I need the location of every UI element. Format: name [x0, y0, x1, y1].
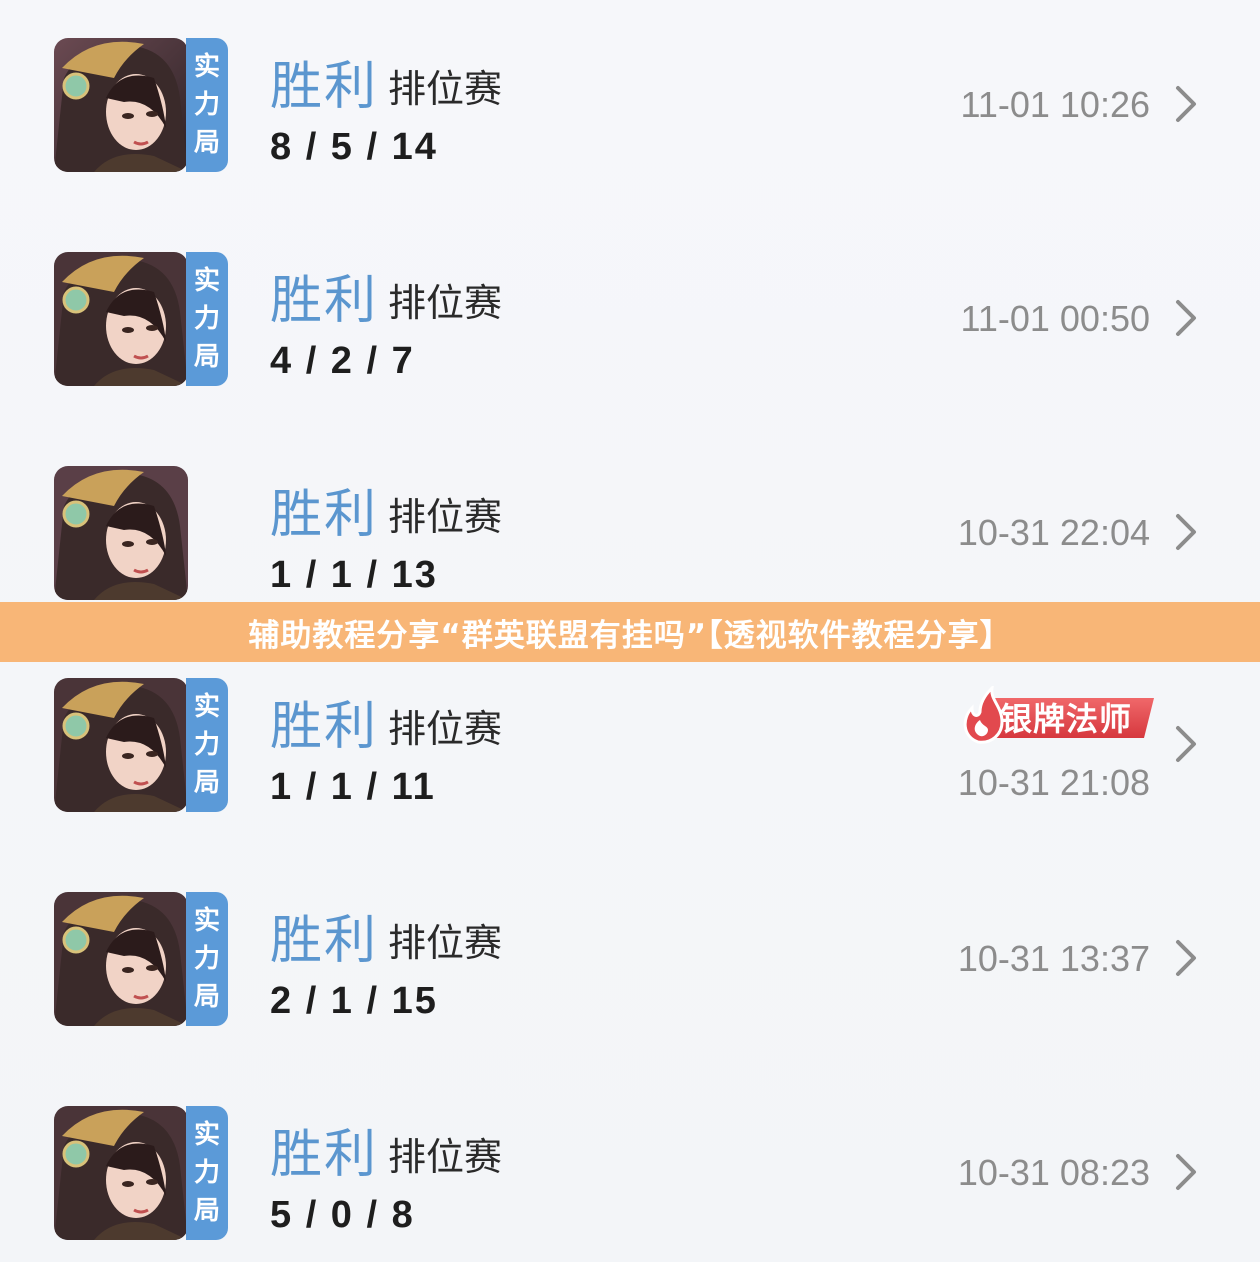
avatar	[54, 678, 188, 812]
match-row[interactable]: 实 力 局 胜利 排位赛 5 / 0 / 8 10-31 08:23	[0, 1106, 1260, 1256]
match-mode: 排位赛	[388, 67, 503, 111]
match-result: 胜利	[270, 697, 379, 757]
match-time: 10-31 21:08	[957, 762, 1150, 803]
chevron-right-icon[interactable]	[1172, 84, 1200, 124]
match-row[interactable]: 实 力 局 胜利 排位赛 1 / 1 / 11 银牌法师 10-31 21:08	[0, 678, 1260, 828]
kda-score: 2 / 1 / 15	[270, 980, 438, 1022]
match-row[interactable]: 实 力 局 胜利 排位赛 8 / 5 / 14 11-01 10:26	[0, 38, 1260, 188]
kda-score: 5 / 0 / 8	[270, 1194, 415, 1236]
tag-char: 实	[193, 692, 220, 722]
tag-char: 局	[193, 1196, 220, 1226]
kda-score: 8 / 5 / 14	[270, 126, 438, 168]
chevron-right-icon[interactable]	[1172, 724, 1200, 764]
match-time: 10-31 13:37	[957, 938, 1150, 979]
match-result: 胜利	[270, 57, 379, 117]
match-time: 10-31 22:04	[957, 512, 1150, 553]
kda-score: 1 / 1 / 13	[270, 554, 438, 596]
match-mode: 排位赛	[388, 921, 503, 965]
match-time: 11-01 10:26	[960, 84, 1151, 125]
match-row[interactable]: 实 力 局 胜利 排位赛 4 / 2 / 7 11-01 00:50	[0, 252, 1260, 402]
strength-match-tag: 实 力 局	[186, 892, 228, 1026]
match-row[interactable]: 实 力 局 胜利 排位赛 2 / 1 / 15 10-31 13:37	[0, 892, 1260, 1042]
chevron-right-icon[interactable]	[1172, 1152, 1200, 1192]
tag-char: 力	[193, 1158, 220, 1188]
rank-badge-label: 银牌法师	[1000, 700, 1133, 738]
tag-char: 力	[193, 730, 220, 760]
match-time: 10-31 08:23	[957, 1152, 1150, 1193]
match-result: 胜利	[270, 485, 379, 545]
tag-char: 局	[193, 768, 220, 798]
chevron-right-icon[interactable]	[1172, 512, 1200, 552]
match-mode: 排位赛	[388, 707, 503, 751]
strength-match-tag: 实 力 局	[186, 252, 228, 386]
avatar	[54, 1106, 188, 1240]
tag-char: 局	[193, 128, 220, 158]
tag-char: 局	[193, 342, 220, 372]
match-mode: 排位赛	[388, 1135, 503, 1179]
chevron-right-icon[interactable]	[1172, 938, 1200, 978]
flame-icon	[963, 686, 1004, 744]
tag-char: 力	[193, 90, 220, 120]
tag-char: 实	[193, 906, 220, 936]
avatar	[54, 466, 188, 600]
strength-match-tag: 实 力 局	[186, 38, 228, 172]
promo-banner: 辅助教程分享“群英联盟有挂吗”【透视软件教程分享】	[0, 602, 1260, 662]
avatar	[54, 38, 188, 172]
tag-char: 力	[193, 944, 220, 974]
kda-score: 4 / 2 / 7	[270, 340, 415, 382]
match-mode: 排位赛	[388, 281, 503, 325]
strength-match-tag: 实 力 局	[186, 678, 228, 812]
avatar	[54, 892, 188, 1026]
match-mode: 排位赛	[388, 495, 503, 539]
match-result: 胜利	[270, 1125, 379, 1185]
tag-char: 局	[193, 982, 220, 1012]
tag-char: 实	[193, 52, 220, 82]
tag-char: 实	[193, 266, 220, 296]
match-time: 11-01 00:50	[960, 298, 1151, 339]
match-result: 胜利	[270, 271, 379, 331]
chevron-right-icon[interactable]	[1172, 298, 1200, 338]
match-history-page: 实 力 局 胜利 排位赛 8 / 5 / 14 11-01 10:26 实 力 …	[0, 0, 1260, 1262]
strength-match-tag: 实 力 局	[186, 1106, 228, 1240]
avatar	[54, 252, 188, 386]
match-row[interactable]: 胜利 排位赛 1 / 1 / 13 10-31 22:04	[0, 466, 1260, 616]
kda-score: 1 / 1 / 11	[270, 766, 436, 808]
match-result: 胜利	[270, 911, 379, 971]
tag-char: 力	[193, 304, 220, 334]
tag-char: 实	[193, 1120, 220, 1150]
